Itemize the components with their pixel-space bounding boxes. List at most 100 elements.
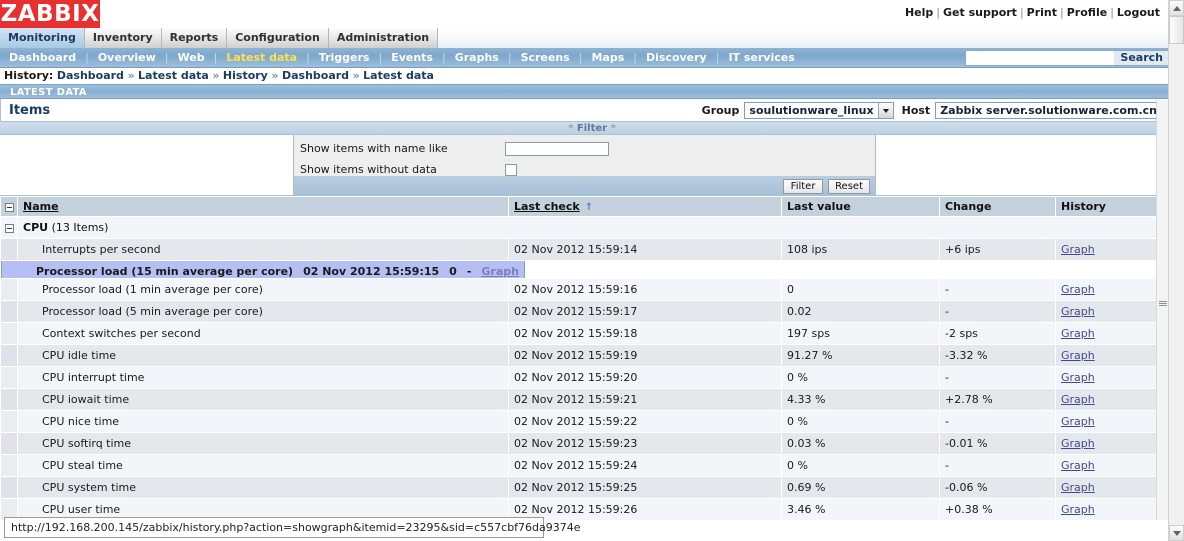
print-link[interactable]: Print xyxy=(1027,6,1057,19)
submenu-item-latest-data[interactable]: Latest data xyxy=(217,48,306,68)
graph-link[interactable]: Graph xyxy=(1061,371,1095,384)
submenu-item-discovery[interactable]: Discovery xyxy=(637,48,716,68)
row-checkbox-cell[interactable] xyxy=(1,433,17,454)
row-checkbox-cell[interactable] xyxy=(1,239,17,260)
table-row[interactable]: CPU steal time 02 Nov 2012 15:59:24 0 % … xyxy=(1,455,1174,476)
menu-item-inventory[interactable]: Inventory xyxy=(84,28,162,48)
column-header-last-check[interactable]: Last check ↑ xyxy=(509,197,781,216)
row-last-check: 02 Nov 2012 15:59:19 xyxy=(509,345,781,366)
table-row[interactable]: Processor load (15 min average per core)… xyxy=(1,261,525,278)
filter-toggle-bar[interactable]: * Filter * xyxy=(0,122,1184,135)
column-header-last-value[interactable]: Last value xyxy=(782,197,939,216)
menu-item-monitoring[interactable]: Monitoring xyxy=(0,28,85,48)
group-row-label-cell: CPU (13 Items) xyxy=(18,217,1174,238)
row-name: CPU idle time xyxy=(18,345,508,366)
filter-name-input[interactable] xyxy=(505,141,609,156)
table-row[interactable]: CPU system time 02 Nov 2012 15:59:25 0.6… xyxy=(1,477,1174,498)
host-select[interactable]: Zabbix server.solutionware.com.cn xyxy=(935,102,1177,119)
graph-link[interactable]: Graph xyxy=(481,265,519,278)
scroll-down-button[interactable] xyxy=(1169,525,1184,541)
group-name: CPU xyxy=(23,221,49,234)
scrollbar-thumb[interactable] xyxy=(1169,16,1184,44)
breadcrumb-item-0[interactable]: Dashboard xyxy=(57,69,124,82)
submenu-item-overview[interactable]: Overview xyxy=(89,48,165,68)
collapse-group-icon[interactable] xyxy=(4,223,14,233)
row-name: CPU nice time xyxy=(18,411,508,432)
filter-reset-button[interactable]: Reset xyxy=(828,178,870,194)
row-change: - xyxy=(940,455,1055,476)
row-checkbox-cell[interactable] xyxy=(1,455,17,476)
column-header-name[interactable]: Name xyxy=(18,197,508,216)
row-last-value: 108 ips xyxy=(782,239,939,260)
table-row[interactable]: Context switches per second 02 Nov 2012 … xyxy=(1,323,1174,344)
graph-link[interactable]: Graph xyxy=(1061,481,1095,494)
column-header-history-label: History xyxy=(1061,200,1106,213)
help-link[interactable]: Help xyxy=(905,6,933,19)
table-row[interactable]: CPU iowait time 02 Nov 2012 15:59:21 4.3… xyxy=(1,389,1174,410)
graph-link[interactable]: Graph xyxy=(1061,349,1095,362)
table-row[interactable]: Processor load (5 min average per core) … xyxy=(1,301,1174,322)
submenu-item-triggers[interactable]: Triggers xyxy=(310,48,379,68)
graph-link[interactable]: Graph xyxy=(1061,283,1095,296)
table-row[interactable]: CPU softirq time 02 Nov 2012 15:59:23 0.… xyxy=(1,433,1174,454)
group-select[interactable]: soulutionware_linux xyxy=(744,102,894,119)
browser-page: ZABBIX Help | Get support | Print | Profile | Lo… xyxy=(0,0,1184,541)
get-support-link[interactable]: Get support xyxy=(943,6,1017,19)
table-row[interactable]: CPU idle time 02 Nov 2012 15:59:19 91.27… xyxy=(1,345,1174,366)
submenu-item-events[interactable]: Events xyxy=(382,48,442,68)
sort-ascending-icon: ↑ xyxy=(584,202,594,213)
browser-scrollbar[interactable] xyxy=(1168,0,1184,541)
breadcrumb-item-4[interactable]: Latest data xyxy=(363,69,434,82)
chevron-down-icon xyxy=(877,103,893,118)
row-last-value: 3.46 % xyxy=(782,499,939,520)
table-row[interactable]: CPU interrupt time 02 Nov 2012 15:59:20 … xyxy=(1,367,1174,388)
filter-without-data-checkbox[interactable] xyxy=(505,163,517,176)
row-checkbox-cell[interactable] xyxy=(1,477,17,498)
graph-link[interactable]: Graph xyxy=(1061,327,1095,340)
row-checkbox-cell[interactable] xyxy=(1,323,17,344)
logout-link[interactable]: Logout xyxy=(1117,6,1160,19)
search-input[interactable] xyxy=(966,51,1115,65)
graph-link[interactable]: Graph xyxy=(1061,415,1095,428)
graph-link[interactable]: Graph xyxy=(1061,503,1095,516)
table-row[interactable]: CPU nice time 02 Nov 2012 15:59:22 0 % -… xyxy=(1,411,1174,432)
row-change: - xyxy=(940,301,1055,322)
table-row[interactable]: Interrupts per second 02 Nov 2012 15:59:… xyxy=(1,239,1174,260)
table-row[interactable]: Processor load (1 min average per core) … xyxy=(1,279,1174,300)
filter-apply-button[interactable]: Filter xyxy=(783,178,824,194)
row-checkbox-cell[interactable] xyxy=(1,367,17,388)
sub-menu: Dashboard | Overview | Web | Latest data | T… xyxy=(0,48,1184,68)
select-all-header[interactable] xyxy=(1,197,17,216)
row-checkbox-cell[interactable] xyxy=(1,301,17,322)
row-checkbox-cell[interactable] xyxy=(2,261,12,278)
row-checkbox-cell[interactable] xyxy=(1,389,17,410)
row-checkbox-cell[interactable] xyxy=(1,411,17,432)
submenu-item-screens[interactable]: Screens xyxy=(512,48,579,68)
submenu-item-graphs[interactable]: Graphs xyxy=(446,48,508,68)
graph-link[interactable]: Graph xyxy=(1061,243,1095,256)
search-button[interactable]: Search xyxy=(1114,51,1169,65)
graph-link[interactable]: Graph xyxy=(1061,305,1095,318)
submenu-item-maps[interactable]: Maps xyxy=(582,48,633,68)
column-header-change[interactable]: Change xyxy=(940,197,1055,216)
scroll-up-button[interactable] xyxy=(1169,0,1184,16)
profile-link[interactable]: Profile xyxy=(1067,6,1107,19)
collapse-all-icon[interactable] xyxy=(4,202,14,212)
submenu-item-it-services[interactable]: IT services xyxy=(719,48,803,68)
breadcrumb-item-3[interactable]: Dashboard xyxy=(282,69,349,82)
breadcrumb-item-2[interactable]: History xyxy=(223,69,268,82)
row-name: Processor load (1 min average per core) xyxy=(18,279,508,300)
graph-link[interactable]: Graph xyxy=(1061,393,1095,406)
row-checkbox-cell[interactable] xyxy=(1,345,17,366)
graph-link[interactable]: Graph xyxy=(1061,437,1095,450)
page-inner-scrollbar[interactable] xyxy=(1156,100,1168,520)
row-checkbox-cell[interactable] xyxy=(1,279,17,300)
submenu-item-web[interactable]: Web xyxy=(169,48,214,68)
graph-link[interactable]: Graph xyxy=(1061,459,1095,472)
breadcrumb-item-1[interactable]: Latest data xyxy=(138,69,209,82)
menu-item-reports[interactable]: Reports xyxy=(161,28,228,48)
group-expander-cell[interactable] xyxy=(1,217,17,238)
submenu-item-dashboard[interactable]: Dashboard xyxy=(0,48,85,68)
menu-item-administration[interactable]: Administration xyxy=(328,28,439,48)
menu-item-configuration[interactable]: Configuration xyxy=(227,28,329,48)
